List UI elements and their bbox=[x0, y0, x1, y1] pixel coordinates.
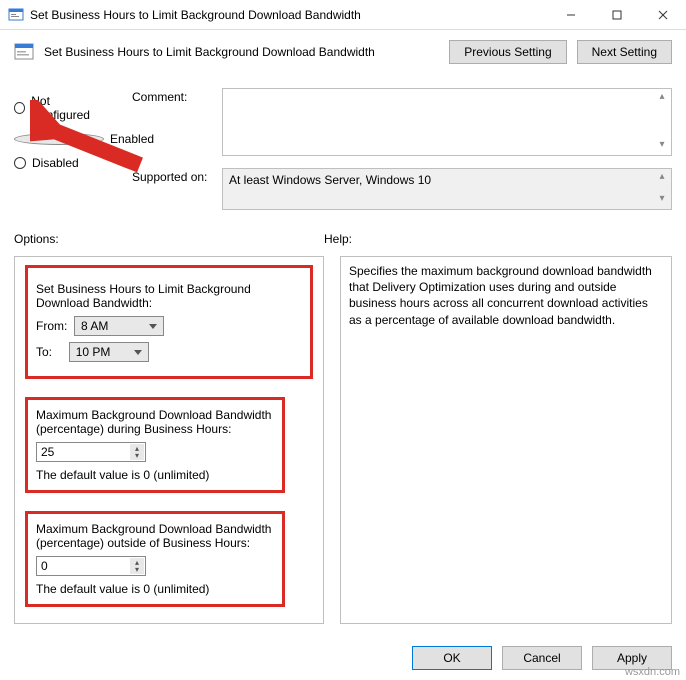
comment-textarea[interactable]: ▴ ▾ bbox=[222, 88, 672, 156]
during-label: Maximum Background Download Bandwidth (p… bbox=[36, 408, 274, 436]
highlight-box-hours: Set Business Hours to Limit Background D… bbox=[25, 265, 313, 379]
scroll-up-icon[interactable]: ▴ bbox=[655, 171, 669, 185]
outside-label: Maximum Background Download Bandwidth (p… bbox=[36, 522, 274, 550]
spinner-down-icon[interactable]: ▾ bbox=[130, 565, 144, 574]
radio-not-configured[interactable]: Not Configured bbox=[14, 94, 106, 122]
options-pane: Set Business Hours to Limit Background D… bbox=[14, 256, 324, 624]
supported-on-value: At least Windows Server, Windows 10 bbox=[229, 173, 431, 187]
ok-button[interactable]: OK bbox=[412, 646, 492, 670]
during-default-text: The default value is 0 (unlimited) bbox=[36, 468, 274, 482]
scroll-up-icon[interactable]: ▴ bbox=[655, 91, 669, 105]
supported-on-box: At least Windows Server, Windows 10 ▴ ▾ bbox=[222, 168, 672, 210]
previous-setting-button[interactable]: Previous Setting bbox=[449, 40, 566, 64]
supported-on-label: Supported on: bbox=[132, 168, 214, 210]
help-label: Help: bbox=[324, 232, 352, 246]
minimize-button[interactable] bbox=[548, 0, 594, 29]
scroll-down-icon[interactable]: ▾ bbox=[655, 139, 669, 153]
watermark: wsxdn.com bbox=[625, 666, 680, 678]
policy-icon bbox=[14, 42, 34, 62]
outside-default-text: The default value is 0 (unlimited) bbox=[36, 582, 274, 596]
during-spinner[interactable]: 25 ▴ ▾ bbox=[36, 442, 146, 462]
help-pane: Specifies the maximum background downloa… bbox=[340, 256, 672, 624]
radio-label: Not Configured bbox=[31, 94, 106, 122]
help-text: Specifies the maximum background downloa… bbox=[349, 264, 652, 327]
state-radio-group: Not Configured Enabled Disabled bbox=[0, 88, 120, 172]
maximize-button[interactable] bbox=[594, 0, 640, 29]
from-label: From: bbox=[36, 319, 67, 333]
next-setting-button[interactable]: Next Setting bbox=[577, 40, 672, 64]
cancel-button[interactable]: Cancel bbox=[502, 646, 582, 670]
outside-value: 0 bbox=[41, 559, 48, 573]
outside-spinner[interactable]: 0 ▴ ▾ bbox=[36, 556, 146, 576]
window-title: Set Business Hours to Limit Background D… bbox=[30, 8, 548, 22]
spinner-down-icon[interactable]: ▾ bbox=[130, 451, 144, 460]
highlight-box-outside: Maximum Background Download Bandwidth (p… bbox=[25, 511, 285, 607]
app-icon bbox=[8, 7, 24, 23]
header: Set Business Hours to Limit Background D… bbox=[0, 30, 686, 74]
header-title: Set Business Hours to Limit Background D… bbox=[44, 45, 439, 59]
radio-enabled[interactable]: Enabled bbox=[14, 132, 106, 146]
options-label: Options: bbox=[14, 232, 324, 246]
during-value: 25 bbox=[41, 445, 54, 459]
radio-label: Disabled bbox=[32, 156, 79, 170]
titlebar: Set Business Hours to Limit Background D… bbox=[0, 0, 686, 30]
from-select[interactable]: 8 AM bbox=[74, 316, 164, 336]
to-label: To: bbox=[36, 345, 52, 359]
scroll-down-icon[interactable]: ▾ bbox=[655, 193, 669, 207]
options-title: Set Business Hours to Limit Background D… bbox=[36, 282, 302, 310]
comment-label: Comment: bbox=[132, 88, 214, 156]
radio-disabled[interactable]: Disabled bbox=[14, 156, 106, 170]
close-button[interactable] bbox=[640, 0, 686, 29]
to-select[interactable]: 10 PM bbox=[69, 342, 149, 362]
highlight-box-during: Maximum Background Download Bandwidth (p… bbox=[25, 397, 285, 493]
